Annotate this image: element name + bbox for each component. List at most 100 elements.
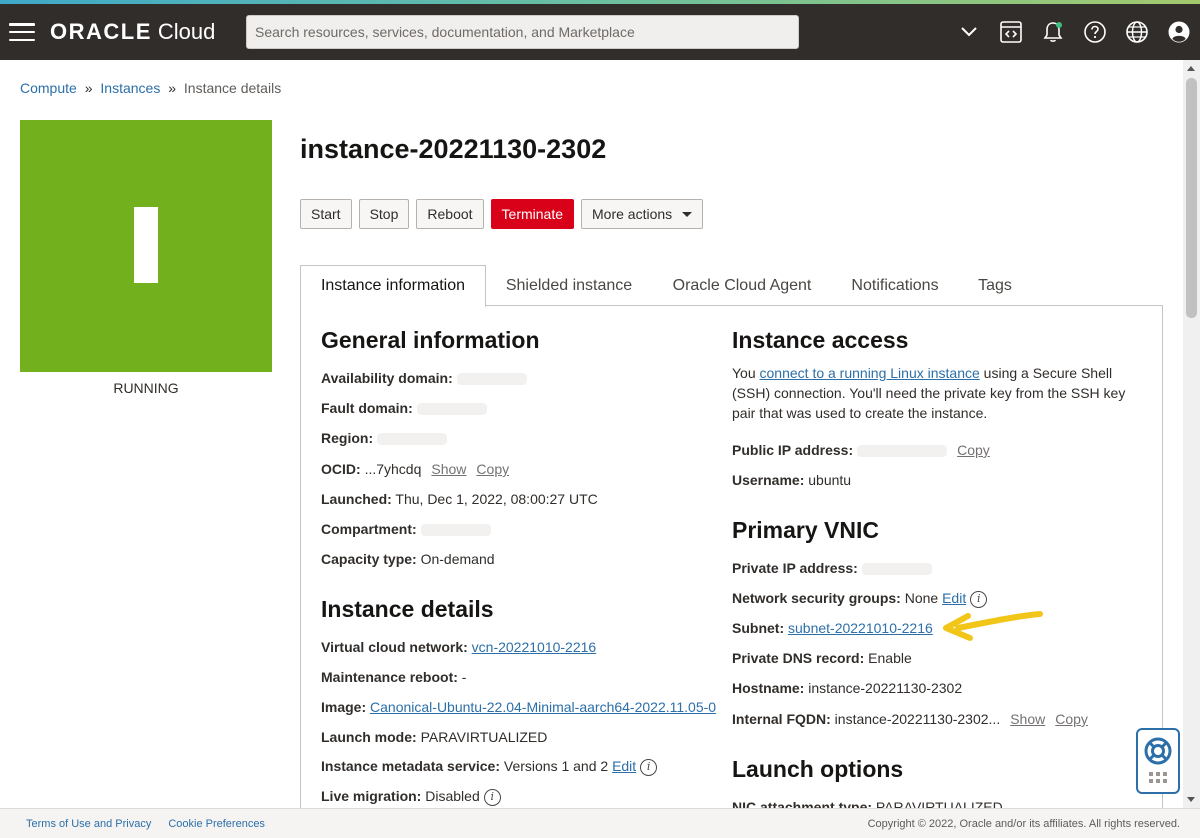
- cookie-preferences-link[interactable]: Cookie Preferences: [168, 818, 265, 830]
- ocid-show-link[interactable]: Show: [431, 461, 466, 477]
- ocid-row: OCID: ...7yhcdq Show Copy: [321, 461, 509, 477]
- redacted-value: [857, 445, 948, 458]
- nsg-label: Network security groups:: [732, 590, 901, 606]
- connect-linux-instance-link[interactable]: connect to a running Linux instance: [760, 365, 980, 381]
- global-header: ORACLE Cloud: [0, 4, 1200, 60]
- nic-attachment-label: NIC attachment type:: [732, 799, 873, 808]
- stop-button[interactable]: Stop: [358, 199, 410, 229]
- private-ip-row: Private IP address:: [732, 560, 932, 576]
- tab-tags[interactable]: Tags: [965, 265, 1025, 306]
- tab-instance-information[interactable]: Instance information: [300, 265, 486, 307]
- launch-mode-value: PARAVIRTUALIZED: [420, 729, 548, 745]
- more-actions-dropdown[interactable]: More actions: [581, 199, 704, 229]
- more-actions-label: More actions: [592, 206, 673, 222]
- fault-domain-label: Fault domain:: [321, 400, 413, 416]
- instance-information-panel: General information Availability domain:…: [300, 305, 1163, 808]
- hostname-value: instance-20221130-2302: [808, 680, 963, 696]
- tab-shielded-instance[interactable]: Shielded instance: [490, 265, 648, 306]
- username-label: Username:: [732, 472, 805, 488]
- breadcrumb-instances-link[interactable]: Instances: [100, 80, 160, 96]
- internal-fqdn-row: Internal FQDN: instance-20221130-2302...…: [732, 711, 1088, 727]
- launch-mode-label: Launch mode:: [321, 729, 417, 745]
- instance-details-heading: Instance details: [321, 596, 494, 622]
- username-value: ubuntu: [808, 472, 852, 488]
- compartment-row: Compartment:: [321, 521, 491, 537]
- capacity-type-label: Capacity type:: [321, 551, 417, 567]
- tab-notifications[interactable]: Notifications: [840, 265, 950, 306]
- access-desc-pre: You: [732, 365, 760, 381]
- breadcrumb-separator: »: [168, 80, 177, 96]
- instance-letter-icon: [134, 207, 158, 283]
- image-link[interactable]: Canonical-Ubuntu-22.04-Minimal-aarch64-2…: [370, 699, 716, 715]
- maintenance-reboot-value: -: [461, 669, 467, 685]
- private-dns-label: Private DNS record:: [732, 650, 865, 666]
- copyright-text: Copyright © 2022, Oracle and/or its affi…: [867, 817, 1180, 830]
- terminate-button[interactable]: Terminate: [490, 199, 575, 229]
- redacted-value: [861, 563, 932, 576]
- ocid-value: ...7yhcdq: [364, 461, 422, 477]
- private-dns-row: Private DNS record: Enable: [732, 650, 912, 666]
- page-footer: Terms of Use and Privacy Cookie Preferen…: [0, 808, 1200, 838]
- navigation-menu-icon[interactable]: [9, 23, 35, 41]
- live-migration-label: Live migration:: [321, 788, 422, 804]
- scrollbar-thumb[interactable]: [1186, 78, 1197, 318]
- live-migration-value: Disabled: [425, 788, 480, 804]
- language-globe-icon[interactable]: [1116, 4, 1158, 60]
- region-chevron-down-icon[interactable]: [948, 4, 990, 60]
- breadcrumb: Compute » Instances » Instance details: [20, 80, 281, 96]
- fqdn-show-link[interactable]: Show: [1010, 711, 1045, 727]
- reboot-button[interactable]: Reboot: [416, 199, 484, 229]
- info-icon[interactable]: i: [640, 758, 658, 776]
- image-label: Image:: [321, 699, 367, 715]
- notifications-bell-icon[interactable]: [1032, 4, 1074, 60]
- compartment-label: Compartment:: [321, 521, 417, 537]
- public-ip-copy-link[interactable]: Copy: [957, 442, 990, 458]
- drag-handle-icon[interactable]: [1149, 772, 1167, 783]
- help-icon[interactable]: [1074, 4, 1116, 60]
- vcn-link[interactable]: vcn-20221010-2216: [472, 639, 597, 655]
- page-scrollbar[interactable]: [1183, 60, 1200, 808]
- subnet-link[interactable]: subnet-20221010-2216: [788, 620, 933, 636]
- cloud-shell-icon[interactable]: [990, 4, 1032, 60]
- private-ip-label: Private IP address:: [732, 560, 858, 576]
- vcn-label: Virtual cloud network:: [321, 639, 468, 655]
- instance-access-description: You connect to a running Linux instance …: [732, 363, 1132, 423]
- general-information-heading: General information: [321, 327, 540, 353]
- public-ip-label: Public IP address:: [732, 442, 854, 458]
- highlight-arrow-annotation: [943, 611, 1043, 641]
- hostname-row: Hostname: instance-20221130-2302: [732, 680, 962, 696]
- terms-privacy-link[interactable]: Terms of Use and Privacy: [26, 818, 151, 830]
- username-row: Username: ubuntu: [732, 472, 851, 488]
- instance-access-heading: Instance access: [732, 327, 909, 353]
- redacted-value: [456, 373, 527, 386]
- scroll-down-arrow-icon[interactable]: [1187, 797, 1195, 802]
- fqdn-copy-link[interactable]: Copy: [1055, 711, 1088, 727]
- nsg-edit-link[interactable]: Edit: [942, 590, 966, 606]
- capacity-type-value: On-demand: [420, 551, 495, 567]
- subnet-label: Subnet:: [732, 620, 785, 636]
- oracle-cloud-logo[interactable]: ORACLE Cloud: [50, 19, 215, 45]
- scroll-up-arrow-icon[interactable]: [1187, 66, 1195, 71]
- user-profile-icon[interactable]: [1158, 4, 1200, 60]
- lifebuoy-icon: [1144, 737, 1172, 765]
- metadata-edit-link[interactable]: Edit: [612, 758, 636, 774]
- private-dns-value: Enable: [868, 650, 912, 666]
- header-icon-group: [948, 4, 1200, 60]
- vcn-row: Virtual cloud network: vcn-20221010-2216: [321, 639, 596, 655]
- tab-oracle-cloud-agent[interactable]: Oracle Cloud Agent: [660, 265, 824, 306]
- ocid-copy-link[interactable]: Copy: [476, 461, 509, 477]
- internal-fqdn-label: Internal FQDN:: [732, 711, 831, 727]
- info-icon[interactable]: i: [483, 788, 501, 806]
- availability-domain-row: Availability domain:: [321, 370, 527, 386]
- ocid-label: OCID:: [321, 461, 361, 477]
- redacted-value: [416, 403, 487, 416]
- start-button[interactable]: Start: [300, 199, 352, 229]
- maintenance-reboot-label: Maintenance reboot:: [321, 669, 458, 685]
- hostname-label: Hostname:: [732, 680, 805, 696]
- breadcrumb-current: Instance details: [183, 80, 282, 96]
- internal-fqdn-value: instance-20221130-2302...: [834, 711, 1001, 727]
- global-search-input[interactable]: [246, 15, 799, 49]
- image-row: Image: Canonical-Ubuntu-22.04-Minimal-aa…: [321, 699, 716, 715]
- breadcrumb-compute-link[interactable]: Compute: [20, 80, 77, 96]
- help-lifebuoy-button[interactable]: [1136, 728, 1180, 794]
